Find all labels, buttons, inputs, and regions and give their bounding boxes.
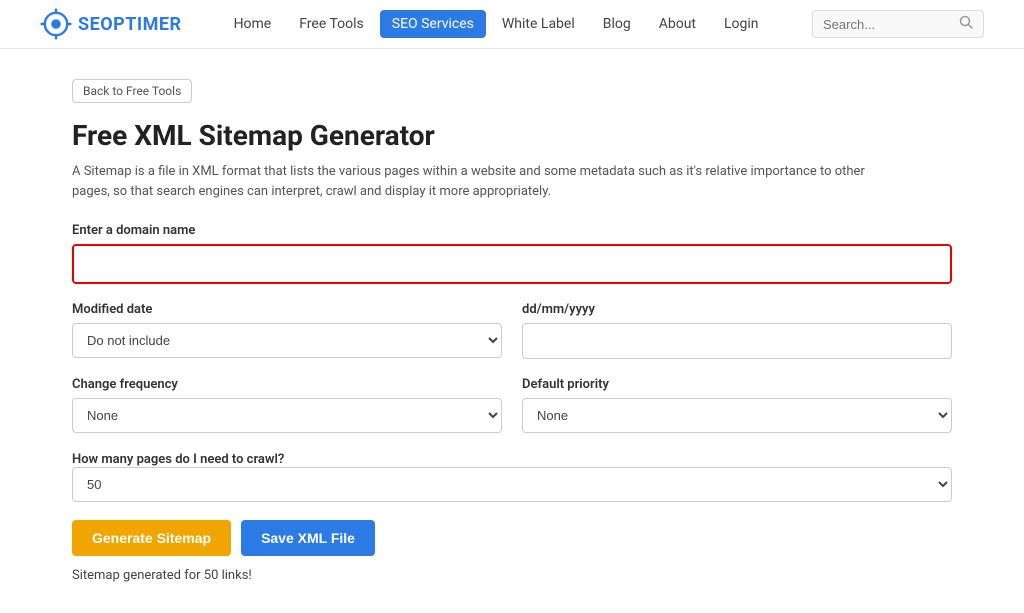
date-row: Modified date Do not include Last modifi… — [72, 302, 952, 359]
logo-icon — [40, 8, 72, 40]
nav-login[interactable]: Login — [712, 10, 771, 38]
pages-select[interactable]: 50 100 200 500 — [72, 467, 952, 502]
nav-about[interactable]: About — [647, 10, 708, 38]
change-frequency-group: Change frequency None Always Hourly Dail… — [72, 377, 502, 433]
domain-label: Enter a domain name — [72, 223, 952, 238]
date-picker-label: dd/mm/yyyy — [522, 302, 952, 317]
save-xml-button[interactable]: Save XML File — [241, 520, 375, 556]
search-input[interactable] — [823, 17, 953, 32]
modified-date-label: Modified date — [72, 302, 502, 317]
logo[interactable]: SEOPTIMER — [40, 8, 182, 40]
change-frequency-label: Change frequency — [72, 377, 502, 392]
page-title: Free XML Sitemap Generator — [72, 119, 952, 152]
modified-date-select[interactable]: Do not include Last modified Custom date — [72, 323, 502, 358]
nav-white-label[interactable]: White Label — [490, 10, 587, 38]
pages-label: How many pages do I need to crawl? — [72, 452, 284, 467]
pages-section: How many pages do I need to crawl? 50 10… — [72, 451, 952, 502]
generate-sitemap-button[interactable]: Generate Sitemap — [72, 520, 231, 556]
nav-seo-services[interactable]: SEO Services — [380, 10, 486, 38]
default-priority-select[interactable]: None 0.1 0.5 1.0 — [522, 398, 952, 433]
logo-text: SEOPTIMER — [78, 14, 182, 35]
main-content: Back to Free Tools Free XML Sitemap Gene… — [32, 49, 992, 613]
date-picker-input[interactable] — [522, 323, 952, 359]
date-picker-group: dd/mm/yyyy — [522, 302, 952, 359]
action-buttons: Generate Sitemap Save XML File — [72, 520, 952, 556]
page-description: A Sitemap is a file in XML format that l… — [72, 162, 892, 201]
change-frequency-select[interactable]: None Always Hourly Daily Weekly Monthly … — [72, 398, 502, 433]
search-box — [812, 10, 984, 38]
header: SEOPTIMER Home Free Tools SEO Services W… — [0, 0, 1024, 49]
search-icon — [959, 15, 973, 33]
nav-home[interactable]: Home — [222, 10, 284, 38]
main-nav: Home Free Tools SEO Services White Label… — [222, 10, 812, 38]
freq-priority-row: Change frequency None Always Hourly Dail… — [72, 377, 952, 433]
domain-input[interactable] — [72, 244, 952, 284]
status-text: Sitemap generated for 50 links! — [72, 568, 952, 583]
modified-date-group: Modified date Do not include Last modifi… — [72, 302, 502, 359]
domain-field-section: Enter a domain name — [72, 223, 952, 284]
default-priority-label: Default priority — [522, 377, 952, 392]
nav-free-tools[interactable]: Free Tools — [287, 10, 376, 38]
back-link[interactable]: Back to Free Tools — [72, 79, 192, 103]
nav-blog[interactable]: Blog — [591, 10, 643, 38]
default-priority-group: Default priority None 0.1 0.5 1.0 — [522, 377, 952, 433]
